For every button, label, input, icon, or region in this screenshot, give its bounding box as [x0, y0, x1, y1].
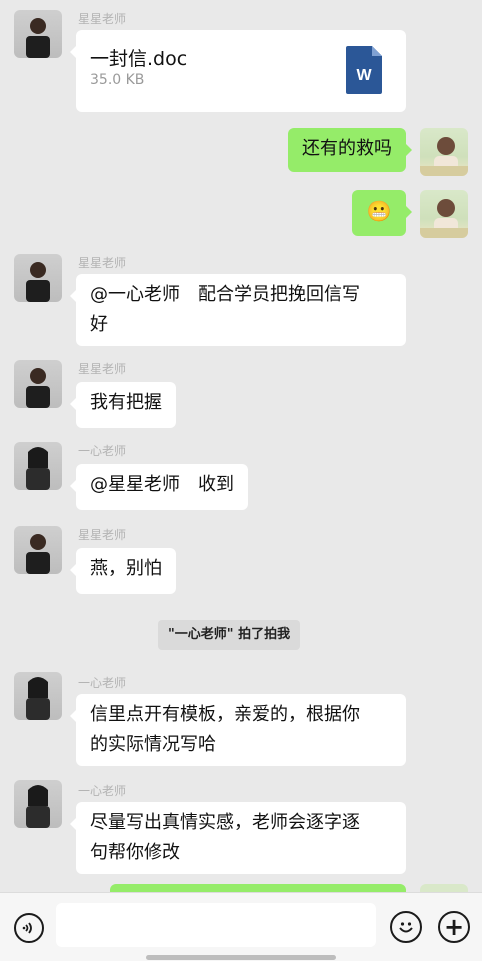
svg-text:W: W [356, 67, 372, 84]
message-bubble[interactable]: @一心老师 配合学员把挽回信写 好 [70, 274, 406, 346]
input-bar: + [0, 892, 482, 961]
message-row: 一心老师 @星星老师 收到 [0, 442, 482, 518]
avatar-self-partial [420, 884, 468, 892]
file-size: 35.0 KB [90, 72, 145, 88]
message-line: 好 [90, 314, 108, 335]
message-input[interactable] [56, 903, 376, 947]
message-bubble[interactable]: 我有把握 [70, 382, 176, 428]
avatar-yixin[interactable] [14, 442, 62, 490]
sender-name: 一心老师 [78, 676, 127, 690]
avatar-xingxing[interactable] [14, 10, 62, 58]
file-message[interactable]: 一封信.doc 35.0 KB W [70, 30, 406, 112]
message-row: 一心老师 信里点开有模板，亲爱的，根据你 的实际情况写哈 [0, 672, 482, 772]
message-bubble[interactable]: 燕，别怕 [70, 548, 176, 594]
avatar-yixin[interactable] [14, 780, 62, 828]
plus-icon[interactable]: + [438, 911, 470, 943]
avatar-xingxing[interactable] [14, 526, 62, 574]
emoji-icon[interactable] [390, 911, 422, 943]
message-bubble-self-emoji[interactable]: 😬 [352, 190, 412, 236]
avatar-self[interactable] [420, 190, 468, 238]
home-indicator [146, 955, 336, 960]
message-bubble[interactable]: @星星老师 收到 [70, 464, 248, 510]
message-line: 句帮你修改 [90, 842, 180, 863]
sender-name: 一心老师 [78, 784, 127, 798]
message-line: 信里点开有模板，亲爱的，根据你 [90, 704, 360, 725]
message-bubble-self-partial [110, 884, 406, 892]
message-bubble-self[interactable]: 还有的救吗 [288, 128, 412, 172]
sender-name: 星星老师 [78, 256, 127, 270]
avatar-xingxing[interactable] [14, 360, 62, 408]
message-bubble[interactable]: 信里点开有模板，亲爱的，根据你 的实际情况写哈 [70, 694, 406, 766]
message-row: 星星老师 燕，别怕 [0, 526, 482, 602]
message-row: 一心老师 尽量写出真情实感，老师会逐字逐 句帮你修改 [0, 780, 482, 880]
sender-name: 星星老师 [78, 528, 127, 542]
message-line: 的实际情况写哈 [90, 734, 216, 755]
message-row: 😬 [0, 186, 482, 242]
file-name: 一封信.doc [90, 48, 188, 70]
message-row: 还有的救吗 [0, 124, 482, 180]
message-row: 星星老师 我有把握 [0, 360, 482, 436]
avatar-yixin[interactable] [14, 672, 62, 720]
sender-name: 星星老师 [78, 12, 127, 26]
voice-icon[interactable] [14, 913, 44, 943]
message-row: 星星老师 @一心老师 配合学员把挽回信写 好 [0, 250, 482, 350]
avatar-xingxing[interactable] [14, 254, 62, 302]
system-notice: "一心老师" 拍了拍我 [158, 620, 301, 650]
message-bubble[interactable]: 尽量写出真情实感，老师会逐字逐 句帮你修改 [70, 802, 406, 874]
avatar-self[interactable] [420, 128, 468, 176]
sender-name: 一心老师 [78, 444, 127, 458]
message-row: 星星老师 一封信.doc 35.0 KB W [0, 0, 482, 120]
sender-name: 星星老师 [78, 362, 127, 376]
message-line: @一心老师 配合学员把挽回信写 [90, 284, 360, 305]
chat-area[interactable]: 星星老师 一封信.doc 35.0 KB W 还有的救吗 😬 星星老师 @一心老… [0, 0, 482, 892]
word-document-icon: W [346, 46, 382, 94]
message-line: 尽量写出真情实感，老师会逐字逐 [90, 812, 360, 833]
